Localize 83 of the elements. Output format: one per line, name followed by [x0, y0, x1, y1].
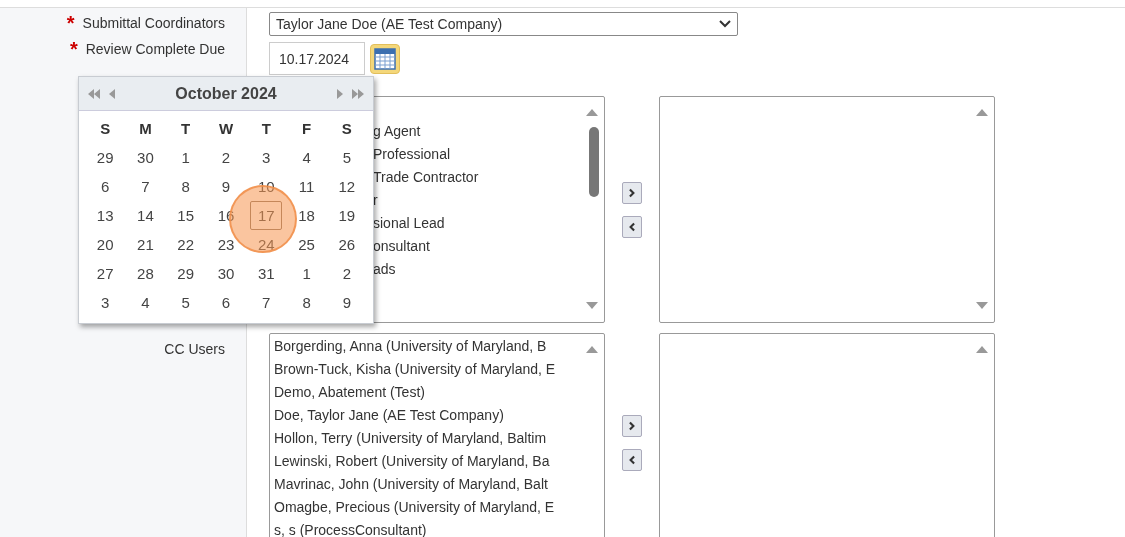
weekday-header: T [260, 119, 272, 139]
list-item[interactable]: Professional [373, 143, 451, 166]
list-item[interactable]: Omagbe, Precious (University of Maryland, E [274, 496, 584, 519]
list-item[interactable]: Borgerding, Anna (University of Maryland, B [274, 335, 584, 358]
calendar-day[interactable]: 2 [209, 143, 243, 172]
date-field[interactable]: 10.17.2024 [269, 42, 365, 75]
required-mark: * [66, 15, 75, 31]
calendar-day[interactable]: 30 [209, 259, 243, 288]
weekday-header: W [217, 119, 235, 139]
calendar-day[interactable]: 3 [89, 288, 122, 317]
field-label: CC Users [164, 341, 225, 357]
calendar-day[interactable]: 22 [169, 230, 202, 259]
scroll-down-icon[interactable] [976, 302, 988, 310]
field-label: Submittal Coordinators [82, 15, 225, 31]
calendar-day[interactable]: 4 [290, 143, 323, 172]
coordinator-select[interactable]: Taylor Jane Doe (AE Test Company) [269, 12, 738, 36]
calendar-day[interactable]: 6 [209, 288, 243, 317]
calendar-day[interactable]: 2 [330, 259, 363, 288]
calendar-day[interactable]: 4 [129, 288, 162, 317]
chevron-down-icon [719, 20, 731, 28]
weekday-header: M [138, 119, 153, 139]
calendar-day[interactable]: 9 [209, 172, 243, 201]
calendar-day[interactable]: 9 [330, 288, 363, 317]
calendar-day[interactable]: 29 [89, 143, 122, 172]
scroll-down-icon[interactable] [586, 302, 598, 310]
next-month-icon[interactable] [336, 88, 343, 99]
next-year-icon[interactable] [351, 88, 365, 99]
weekday-header: F [300, 119, 313, 139]
scrollbar-thumb[interactable] [589, 127, 599, 197]
weekday-header: S [340, 119, 353, 139]
previous-month-icon[interactable] [109, 88, 116, 99]
calendar-day[interactable]: 14 [129, 201, 162, 230]
move-right-button[interactable] [622, 181, 642, 204]
calendar-day[interactable]: 25 [290, 230, 323, 259]
cc-users-listbox[interactable] [269, 333, 605, 537]
list-item[interactable]: ads [373, 258, 396, 281]
list-item[interactable]: Brown-Tuck, Kisha (University of Maryland, E [274, 358, 584, 381]
scroll-up-icon[interactable] [976, 345, 988, 353]
calendar-day[interactable]: 1 [290, 259, 323, 288]
calendar-day[interactable]: 28 [129, 259, 162, 288]
calendar-day[interactable]: 15 [169, 201, 202, 230]
required-mark: * [69, 41, 78, 57]
calendar-day[interactable]: 13 [89, 201, 122, 230]
previous-year-icon[interactable] [87, 88, 101, 99]
list-item[interactable]: Demo, Abatement (Test) [274, 381, 584, 404]
scroll-up-icon[interactable] [586, 108, 598, 116]
calendar-day[interactable]: 6 [89, 172, 122, 201]
calendar-day[interactable]: 20 [89, 230, 122, 259]
calendar-day[interactable]: 18 [290, 201, 323, 230]
list-item[interactable]: s, s (ProcessConsultant) [274, 519, 584, 537]
calendar-day[interactable]: 27 [89, 259, 122, 288]
calendar-day[interactable]: 12 [330, 172, 363, 201]
calendar-day[interactable]: 7 [129, 172, 162, 201]
calendar-day[interactable]: 5 [330, 143, 363, 172]
calendar-day[interactable]: 8 [290, 288, 323, 317]
list-item[interactable]: sional Lead [373, 212, 445, 235]
scroll-up-icon[interactable] [586, 345, 598, 353]
move-left-button[interactable] [622, 215, 642, 238]
field-label: Review Complete Due [85, 41, 225, 57]
calendar-day[interactable]: 8 [169, 172, 202, 201]
list-item[interactable]: Lewinski, Robert (University of Maryland, Ba [274, 450, 584, 473]
calendar-day[interactable]: 26 [330, 230, 363, 259]
move-left-button[interactable] [622, 449, 642, 471]
calendar-day[interactable]: 21 [129, 230, 162, 259]
list-item[interactable]: Doe, Taylor Jane (AE Test Company) [274, 404, 584, 427]
calendar-day[interactable]: 5 [169, 288, 202, 317]
scroll-up-icon[interactable] [976, 108, 988, 116]
weekday-header: T [180, 119, 192, 139]
list-item[interactable]: Mavrinac, John (University of Maryland, Balt [274, 473, 584, 496]
calendar-day[interactable]: 29 [169, 259, 202, 288]
list-item[interactable]: g Agent [373, 120, 421, 143]
calendar-day[interactable]: 19 [330, 201, 363, 230]
list-item[interactable]: Hollon, Terry (University of Maryland, Baltim [274, 427, 584, 450]
list-item[interactable]: onsultant [373, 235, 430, 258]
list-item[interactable]: r [373, 189, 378, 212]
calendar-icon[interactable] [370, 43, 400, 74]
calendar-day[interactable]: 23 [209, 230, 243, 259]
calendar-day[interactable]: 30 [129, 143, 162, 172]
list-item[interactable]: Trade Contractor [373, 166, 479, 189]
move-right-button[interactable] [622, 415, 642, 437]
calendar-day[interactable]: 11 [290, 172, 323, 201]
weekday-header: S [99, 119, 112, 139]
calendar-day[interactable]: 1 [169, 143, 202, 172]
